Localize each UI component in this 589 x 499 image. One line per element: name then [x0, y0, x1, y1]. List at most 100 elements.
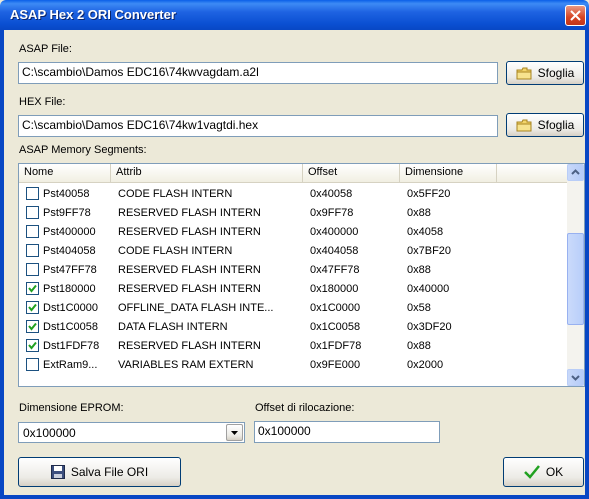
segment-name: Pst180000 [43, 282, 96, 295]
segment-offset: 0x9FF78 [310, 206, 354, 219]
column-header-nome[interactable]: Nome [19, 164, 111, 182]
checkmark-icon [523, 465, 540, 479]
segment-attrib: VARIABLES RAM EXTERN [118, 358, 254, 371]
segment-attrib: RESERVED FLASH INTERN [118, 225, 261, 238]
eprom-value: 0x100000 [23, 426, 76, 440]
scroll-thumb[interactable] [567, 233, 584, 325]
check-icon [28, 322, 37, 331]
ok-button[interactable]: OK [503, 457, 584, 487]
segment-name: Dst1FDF78 [43, 339, 100, 352]
segment-size: 0x58 [407, 301, 431, 314]
hex-browse-button[interactable]: Sfoglia [506, 113, 584, 137]
table-row[interactable]: Dst1FDF78 RESERVED FLASH INTERN 0x1FDF78… [19, 336, 567, 355]
segment-size: 0x40000 [407, 282, 450, 295]
segment-attrib: RESERVED FLASH INTERN [118, 263, 261, 276]
table-row[interactable]: Pst47FF78 RESERVED FLASH INTERN 0x47FF78… [19, 260, 567, 279]
column-header-dimensione[interactable]: Dimensione [400, 164, 497, 182]
segment-size: 0x88 [407, 206, 431, 219]
converter-window: ASAP Hex 2 ORI Converter ASAP File: C:\s… [0, 0, 589, 499]
segment-offset: 0x47FF78 [310, 263, 360, 276]
check-icon [28, 341, 37, 350]
dropdown-arrow-icon [231, 431, 238, 435]
segment-name: Pst40058 [43, 187, 90, 200]
segments-label: ASAP Memory Segments: [19, 144, 147, 156]
table-row[interactable]: Pst404058 CODE FLASH INTERN 0x404058 0x7… [19, 241, 567, 260]
row-checkbox[interactable] [26, 358, 39, 371]
table-row[interactable]: Dst1C0058 DATA FLASH INTERN 0x1C0058 0x3… [19, 317, 567, 336]
title-bar[interactable]: ASAP Hex 2 ORI Converter [0, 0, 589, 30]
segment-size: 0x88 [407, 339, 431, 352]
segment-name: Dst1C0000 [43, 301, 99, 314]
chevron-down-icon [571, 375, 580, 381]
row-checkbox[interactable] [26, 301, 39, 314]
table-row[interactable]: Dst1C0000 OFFLINE_DATA FLASH INTE... 0x1… [19, 298, 567, 317]
close-icon [570, 10, 581, 21]
row-checkbox[interactable] [26, 339, 39, 352]
segment-offset: 0x1C0058 [310, 320, 361, 333]
table-row[interactable]: Pst180000 RESERVED FLASH INTERN 0x180000… [19, 279, 567, 298]
window-frame-left [0, 30, 4, 499]
segment-attrib: RESERVED FLASH INTERN [118, 282, 261, 295]
hex-file-input[interactable]: C:\scambio\Damos EDC16\74kw1vagtdi.hex [18, 115, 498, 137]
folder-icon [516, 67, 532, 80]
eprom-label: Dimensione EPROM: [19, 402, 124, 414]
segment-size: 0x2000 [407, 358, 444, 371]
asap-browse-label: Sfoglia [537, 66, 575, 80]
segment-name: Dst1C0058 [43, 320, 99, 333]
table-row[interactable]: Pst400000 RESERVED FLASH INTERN 0x400000… [19, 222, 567, 241]
row-checkbox[interactable] [26, 320, 39, 333]
segments-list[interactable]: Nome Attrib Offset Dimensione Pst40058 C… [18, 163, 585, 387]
hex-file-label: HEX File: [19, 96, 66, 108]
ok-label: OK [545, 465, 564, 479]
row-checkbox[interactable] [26, 225, 39, 238]
save-ori-button[interactable]: Salva File ORI [18, 457, 181, 487]
row-checkbox[interactable] [26, 206, 39, 219]
hex-browse-label: Sfoglia [537, 118, 575, 132]
segment-offset: 0x404058 [310, 244, 359, 257]
table-row[interactable]: ExtRam9... VARIABLES RAM EXTERN 0x9FE000… [19, 355, 567, 374]
segment-offset: 0x40058 [310, 187, 353, 200]
eprom-select[interactable]: 0x100000 [18, 422, 245, 443]
segment-name: Pst47FF78 [43, 263, 97, 276]
segment-size: 0x5FF20 [407, 187, 451, 200]
row-checkbox[interactable] [26, 282, 39, 295]
segment-attrib: CODE FLASH INTERN [118, 187, 233, 200]
asap-file-input[interactable]: C:\scambio\Damos EDC16\74kwvagdam.a2l [18, 62, 498, 84]
row-checkbox[interactable] [26, 263, 39, 276]
scroll-up-button[interactable] [567, 164, 584, 181]
segment-size: 0x4058 [407, 225, 444, 238]
segment-name: Pst9FF78 [43, 206, 91, 219]
column-header-attrib[interactable]: Attrib [111, 164, 303, 182]
folder-icon [516, 119, 532, 132]
window-frame-right [585, 30, 589, 499]
reloc-input[interactable]: 0x100000 [254, 421, 440, 443]
segment-name: ExtRam9... [43, 358, 98, 371]
segment-offset: 0x1C0000 [310, 301, 361, 314]
chevron-up-icon [571, 169, 580, 175]
window-frame-bottom [0, 495, 589, 499]
segment-attrib: RESERVED FLASH INTERN [118, 339, 261, 352]
check-icon [28, 284, 37, 293]
eprom-dropdown-button[interactable] [226, 424, 243, 441]
close-button[interactable] [565, 5, 586, 26]
scroll-down-button[interactable] [567, 369, 584, 386]
window-title: ASAP Hex 2 ORI Converter [10, 7, 176, 22]
check-icon [28, 303, 37, 312]
segment-size: 0x7BF20 [407, 244, 452, 257]
segment-offset: 0x400000 [310, 225, 359, 238]
row-checkbox[interactable] [26, 244, 39, 257]
table-row[interactable]: Pst9FF78 RESERVED FLASH INTERN 0x9FF78 0… [19, 203, 567, 222]
list-header: Nome Attrib Offset Dimensione [19, 164, 567, 183]
asap-browse-button[interactable]: Sfoglia [506, 61, 584, 85]
floppy-disk-icon [50, 465, 65, 479]
segment-name: Pst400000 [43, 225, 96, 238]
table-row[interactable]: Pst40058 CODE FLASH INTERN 0x40058 0x5FF… [19, 184, 567, 203]
row-checkbox[interactable] [26, 187, 39, 200]
asap-file-label: ASAP File: [19, 43, 72, 55]
column-header-filler [497, 164, 567, 182]
segment-size: 0x3DF20 [407, 320, 452, 333]
reloc-label: Offset di rilocazione: [255, 402, 355, 414]
segment-attrib: RESERVED FLASH INTERN [118, 206, 261, 219]
vertical-scrollbar[interactable] [567, 164, 584, 386]
column-header-offset[interactable]: Offset [303, 164, 400, 182]
